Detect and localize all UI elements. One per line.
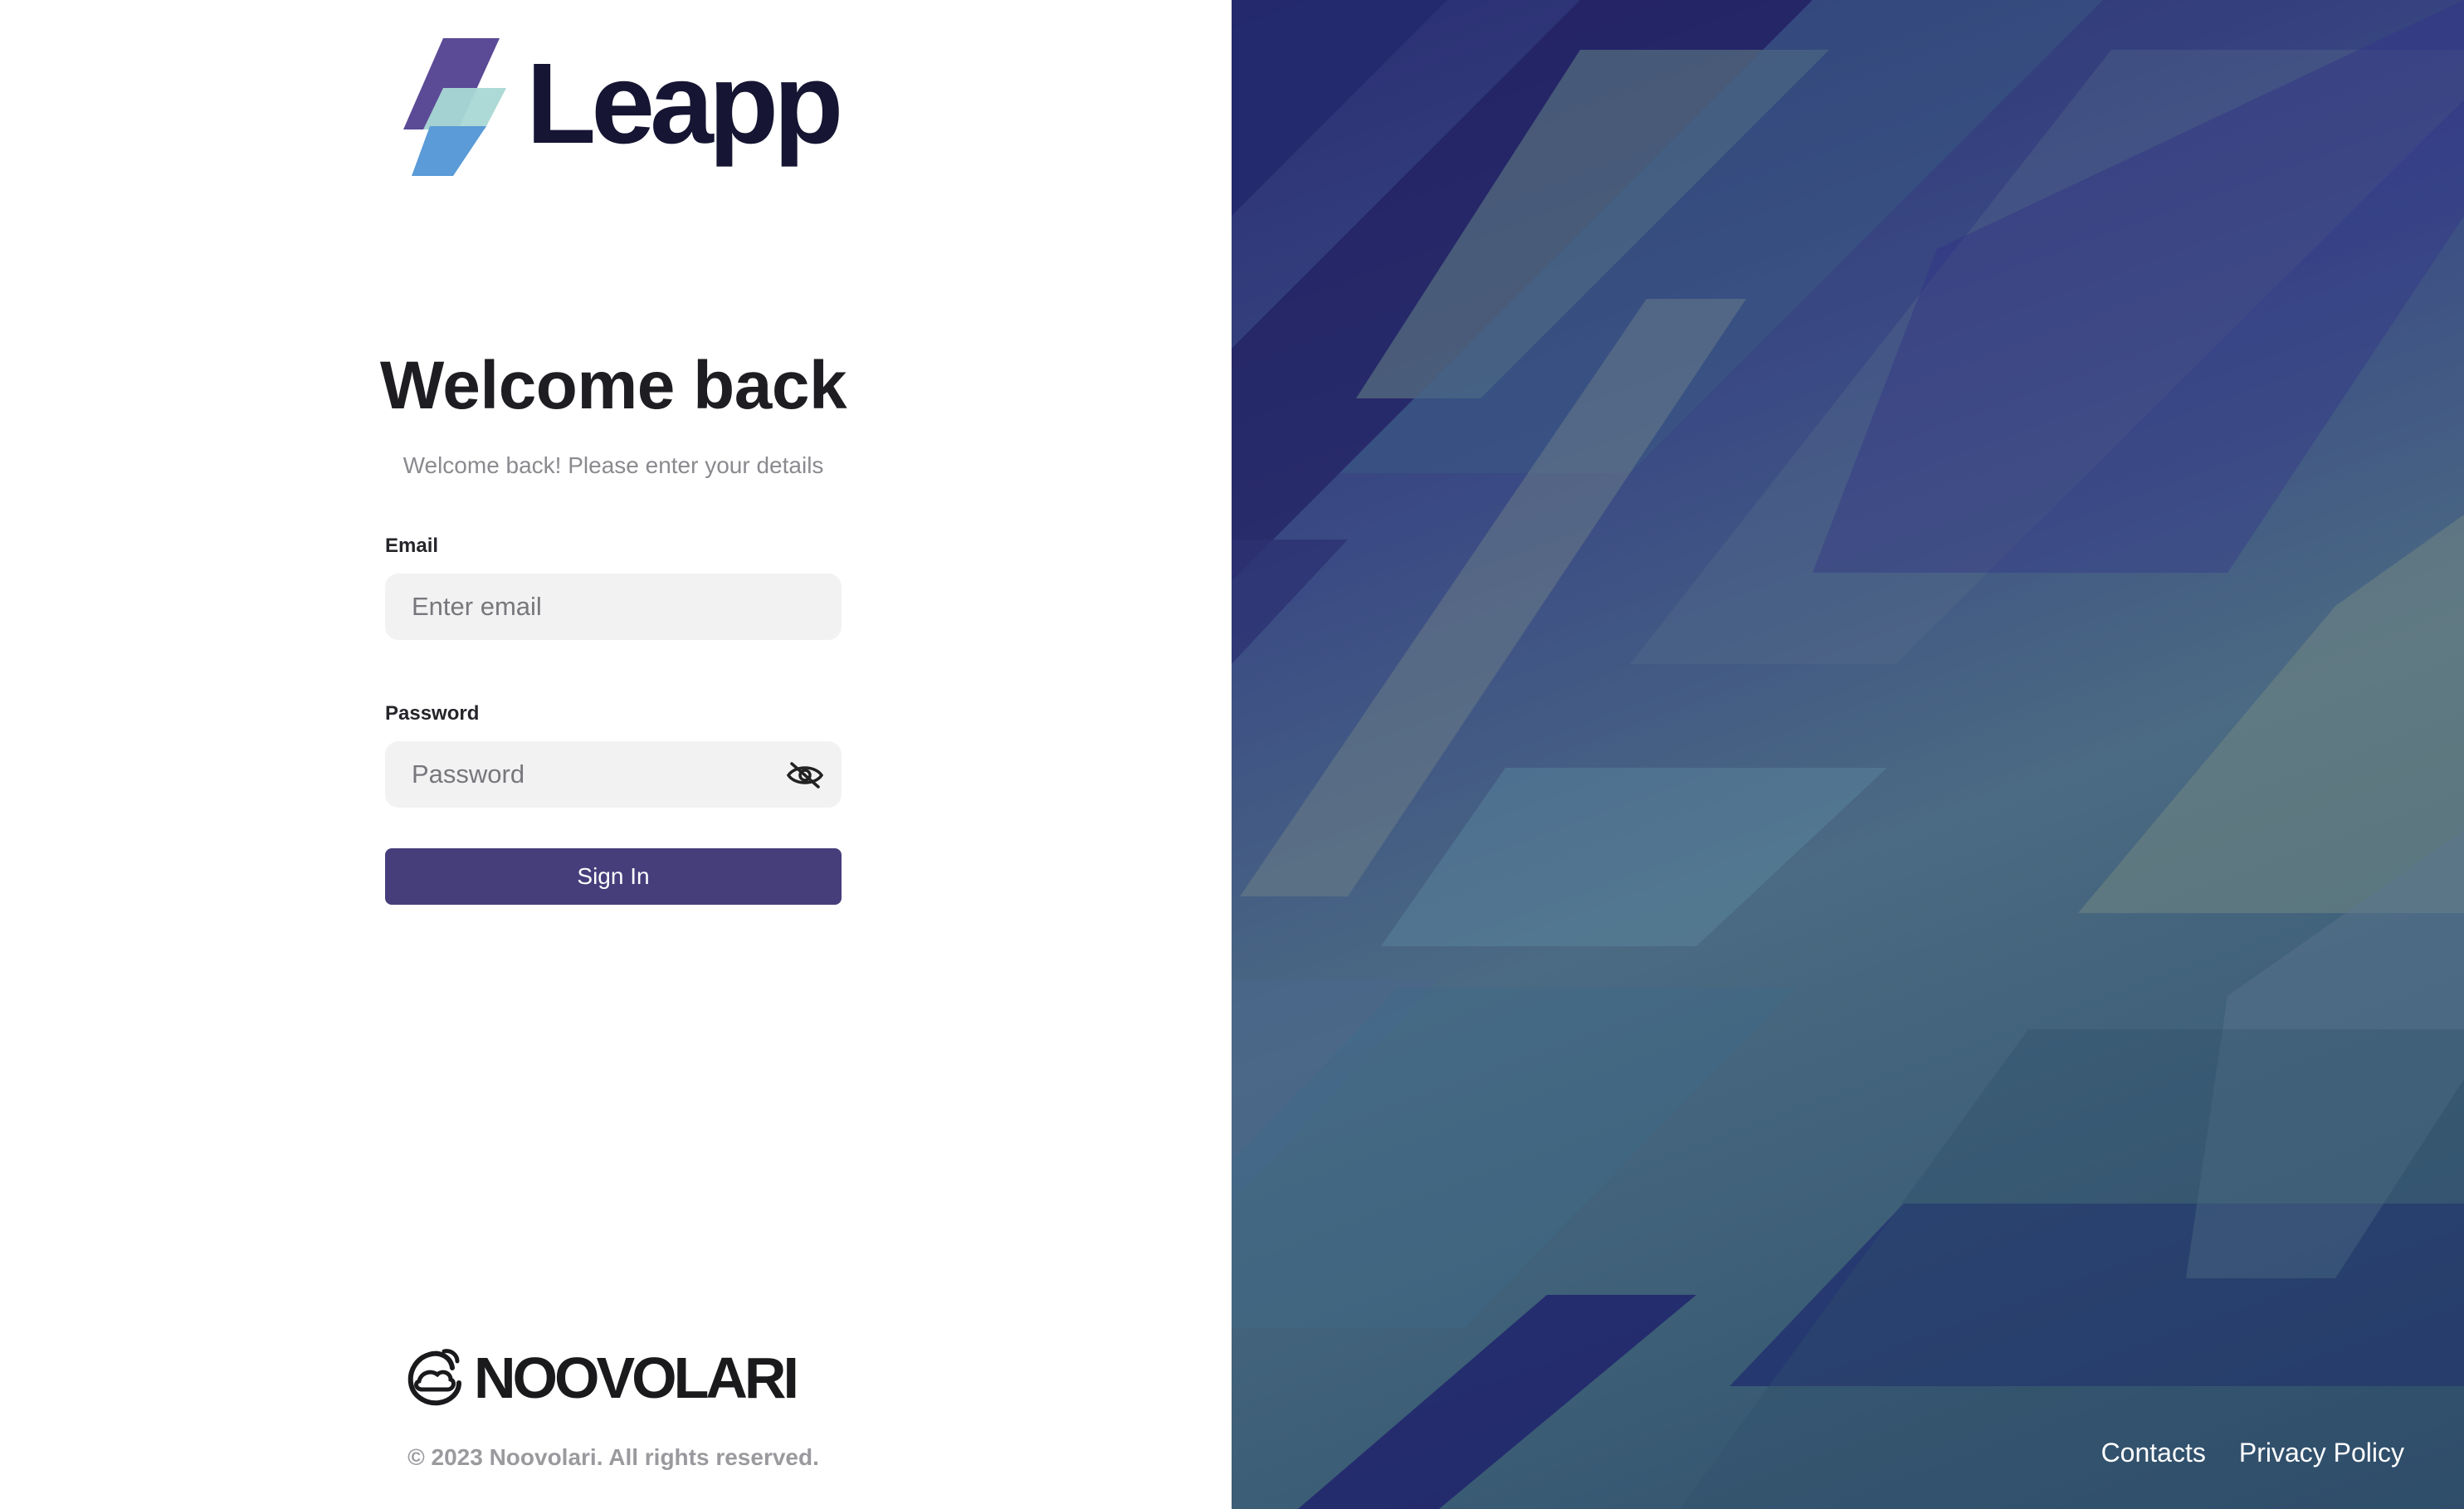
copyright-text: © 2023 Noovolari. All rights reserved. — [407, 1444, 819, 1470]
noovolari-wordmark: NOOVOLARI — [474, 1345, 799, 1410]
page-subtitle: Welcome back! Please enter your details — [403, 452, 824, 478]
password-label: Password — [385, 702, 480, 725]
eye-off-icon[interactable] — [785, 759, 825, 792]
leapp-wordmark: Leapp — [526, 40, 843, 168]
hero-image: Contacts Privacy Policy — [1232, 0, 2464, 1509]
email-field[interactable] — [385, 574, 842, 640]
login-panel: Leapp Welcome back Welcome back! Please … — [0, 0, 1232, 1509]
page-title: Welcome back — [379, 348, 847, 423]
noovolari-cloud-icon — [407, 1349, 461, 1406]
leapp-lightning-icon — [403, 38, 506, 176]
contacts-link[interactable]: Contacts — [2101, 1438, 2206, 1468]
sign-in-button[interactable]: Sign In — [385, 848, 842, 905]
email-label: Email — [385, 535, 439, 557]
password-field[interactable] — [385, 741, 842, 808]
footer-links: Contacts Privacy Policy — [2101, 1438, 2404, 1468]
abstract-background-art — [1232, 0, 2464, 1509]
noovolari-logo: NOOVOLARI — [403, 1345, 834, 1411]
leapp-logo: Leapp — [403, 38, 843, 179]
privacy-policy-link[interactable]: Privacy Policy — [2239, 1438, 2404, 1468]
